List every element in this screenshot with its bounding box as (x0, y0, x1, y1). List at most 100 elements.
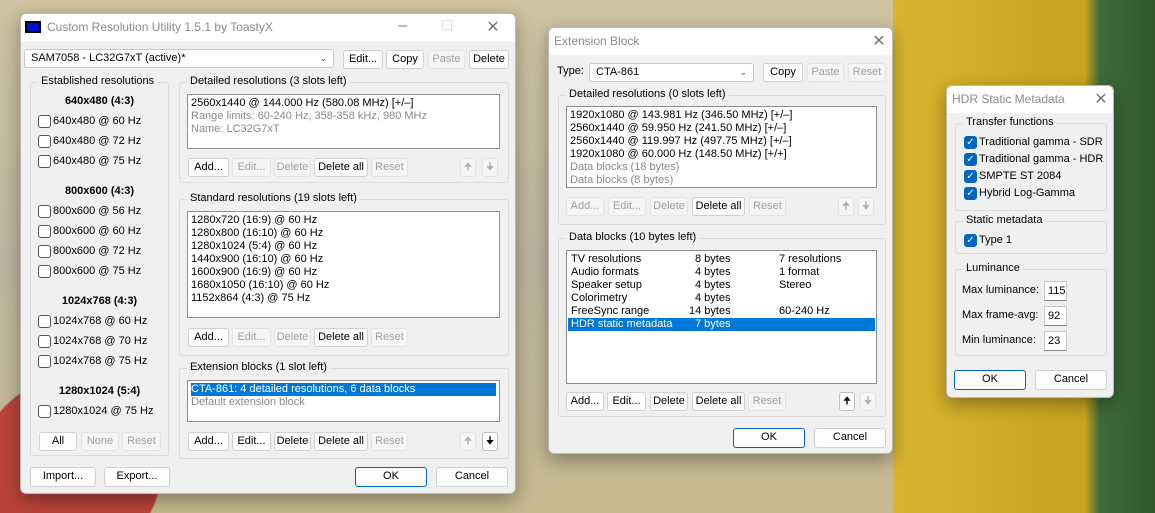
copy-button[interactable]: Copy (386, 50, 424, 69)
table-row[interactable]: Colorimetry 4 bytes (568, 292, 875, 305)
edit-button[interactable]: Edit... (232, 328, 271, 347)
delete-button[interactable]: Delete (274, 432, 311, 451)
checkbox[interactable] (38, 135, 51, 148)
edit-button[interactable]: Edit... (608, 197, 646, 216)
checkbox[interactable] (38, 355, 51, 368)
table-row[interactable]: FreeSync range 14 bytes 60-240 Hz (568, 305, 875, 318)
edit-monitor-button[interactable]: Edit... (343, 50, 383, 69)
edit-button[interactable]: Edit... (232, 432, 271, 451)
extension-blocks-list[interactable]: CTA-861: 4 detailed resolutions, 6 data … (187, 380, 500, 422)
list-item[interactable]: 1152x864 (4:3) @ 75 Hz (191, 292, 496, 305)
checkbox-checked[interactable]: ✓ (964, 170, 977, 183)
move-up-icon[interactable]: 🠉 (839, 392, 855, 411)
import-button[interactable]: Import... (30, 467, 96, 487)
list-item[interactable]: 1600x900 (16:9) @ 60 Hz (191, 266, 496, 279)
list-item[interactable]: 1280x720 (16:9) @ 60 Hz (191, 214, 496, 227)
close-icon[interactable]: ✕ (481, 17, 505, 37)
list-item-selected[interactable]: CTA-861: 4 detailed resolutions, 6 data … (191, 383, 496, 396)
delete-all-button[interactable]: Delete all (692, 197, 745, 216)
checkbox[interactable] (38, 335, 51, 348)
checkbox-checked[interactable]: ✓ (964, 234, 977, 247)
all-button[interactable]: All (39, 432, 77, 451)
checkbox[interactable] (38, 405, 51, 418)
add-button[interactable]: Add... (188, 328, 229, 347)
table-row[interactable]: Audio formats 4 bytes 1 format (568, 266, 875, 279)
max-frame-avg-input[interactable]: 92 (1044, 306, 1067, 326)
checkbox[interactable] (38, 245, 51, 258)
checkbox[interactable] (38, 265, 51, 278)
close-icon[interactable]: ✕ (867, 31, 891, 51)
cancel-button[interactable]: Cancel (814, 428, 886, 448)
add-button[interactable]: Add... (188, 432, 229, 451)
type-select[interactable]: CTA-861 ⌄ (589, 63, 754, 82)
move-down-icon[interactable]: 🠋 (482, 432, 498, 451)
standard-resolutions-list[interactable]: 1280x720 (16:9) @ 60 Hz 1280x800 (16:10)… (187, 211, 500, 318)
checkbox[interactable] (38, 315, 51, 328)
reset-button[interactable]: Reset (748, 392, 786, 411)
add-button[interactable]: Add... (566, 392, 604, 411)
reset-established-button[interactable]: Reset (122, 432, 161, 451)
ok-button[interactable]: OK (733, 428, 805, 448)
delete-all-button[interactable]: Delete all (314, 328, 368, 347)
list-item[interactable]: Default extension block (191, 396, 496, 409)
move-up-icon[interactable]: 🠉 (460, 158, 476, 177)
minimize-icon[interactable]: – (391, 17, 415, 35)
cancel-button[interactable]: Cancel (1035, 370, 1107, 390)
add-button[interactable]: Add... (188, 158, 229, 177)
export-button[interactable]: Export... (104, 467, 170, 487)
reset-button[interactable]: Reset (371, 158, 408, 177)
move-up-icon[interactable]: 🠉 (838, 197, 854, 216)
copy-button[interactable]: Copy (763, 63, 803, 82)
list-item[interactable]: 1920x1080 @ 143.981 Hz (346.50 MHz) [+/–… (570, 109, 873, 122)
move-up-icon[interactable]: 🠉 (460, 432, 476, 451)
table-row[interactable]: TV resolutions 8 bytes 7 resolutions (568, 253, 875, 266)
data-blocks-list[interactable]: TV resolutions 8 bytes 7 resolutions Audio… (566, 250, 877, 384)
list-item[interactable]: 1440x900 (16:10) @ 60 Hz (191, 253, 496, 266)
list-item[interactable]: 2560x1440 @ 59.950 Hz (241.50 MHz) [+/–] (570, 122, 873, 135)
list-item[interactable]: Name: LC32G7xT (191, 123, 496, 136)
delete-all-button[interactable]: Delete all (314, 432, 368, 451)
move-down-icon[interactable]: 🠋 (482, 158, 498, 177)
delete-all-button[interactable]: Delete all (692, 392, 745, 411)
max-luminance-input[interactable]: 115 (1044, 281, 1067, 301)
list-item[interactable]: Data blocks (18 bytes) (570, 161, 873, 174)
checkbox-checked[interactable]: ✓ (964, 187, 977, 200)
delete-all-button[interactable]: Delete all (314, 158, 368, 177)
move-down-icon[interactable]: 🠋 (860, 392, 876, 411)
delete-button[interactable]: Delete (274, 158, 311, 177)
paste-button[interactable]: Paste (807, 63, 844, 82)
delete-button[interactable]: Delete (274, 328, 311, 347)
cancel-button[interactable]: Cancel (436, 467, 508, 487)
move-down-icon[interactable]: 🠋 (858, 197, 874, 216)
monitor-select[interactable]: SAM7058 - LC32G7xT (active)* ⌄ (24, 49, 334, 68)
checkbox[interactable] (38, 155, 51, 168)
detailed-resolutions-list[interactable]: 2560x1440 @ 144.000 Hz (580.08 MHz) [+/–… (187, 94, 500, 149)
list-item[interactable]: 1280x1024 (5:4) @ 60 Hz (191, 240, 496, 253)
delete-button[interactable]: Delete (650, 392, 688, 411)
delete-button[interactable]: Delete (650, 197, 688, 216)
checkbox-checked[interactable]: ✓ (964, 153, 977, 166)
reset-button[interactable]: Reset (371, 328, 408, 347)
edit-button[interactable]: Edit... (607, 392, 646, 411)
reset-button[interactable]: Reset (848, 63, 886, 82)
table-row-selected[interactable]: HDR static metadata 7 bytes (568, 318, 875, 331)
delete-monitor-button[interactable]: Delete (469, 50, 509, 69)
paste-button[interactable]: Paste (428, 50, 465, 69)
ok-button[interactable]: OK (954, 370, 1026, 390)
none-button[interactable]: None (81, 432, 119, 451)
list-item[interactable]: 1920x1080 @ 60.000 Hz (148.50 MHz) [+/+] (570, 148, 873, 161)
ok-button[interactable]: OK (355, 467, 427, 487)
list-item[interactable]: 2560x1440 @ 119.997 Hz (497.75 MHz) [+/–… (570, 135, 873, 148)
list-item[interactable]: 2560x1440 @ 144.000 Hz (580.08 MHz) [+/–… (191, 97, 496, 110)
edit-button[interactable]: Edit... (232, 158, 271, 177)
checkbox-checked[interactable]: ✓ (964, 136, 977, 149)
reset-button[interactable]: Reset (749, 197, 786, 216)
checkbox[interactable] (38, 115, 51, 128)
checkbox[interactable] (38, 205, 51, 218)
table-row[interactable]: Speaker setup 4 bytes Stereo (568, 279, 875, 292)
reset-button[interactable]: Reset (371, 432, 408, 451)
close-icon[interactable]: ✕ (1089, 89, 1113, 109)
detailed-resolutions-list[interactable]: 1920x1080 @ 143.981 Hz (346.50 MHz) [+/–… (566, 106, 877, 188)
checkbox[interactable] (38, 225, 51, 238)
add-button[interactable]: Add... (566, 197, 604, 216)
